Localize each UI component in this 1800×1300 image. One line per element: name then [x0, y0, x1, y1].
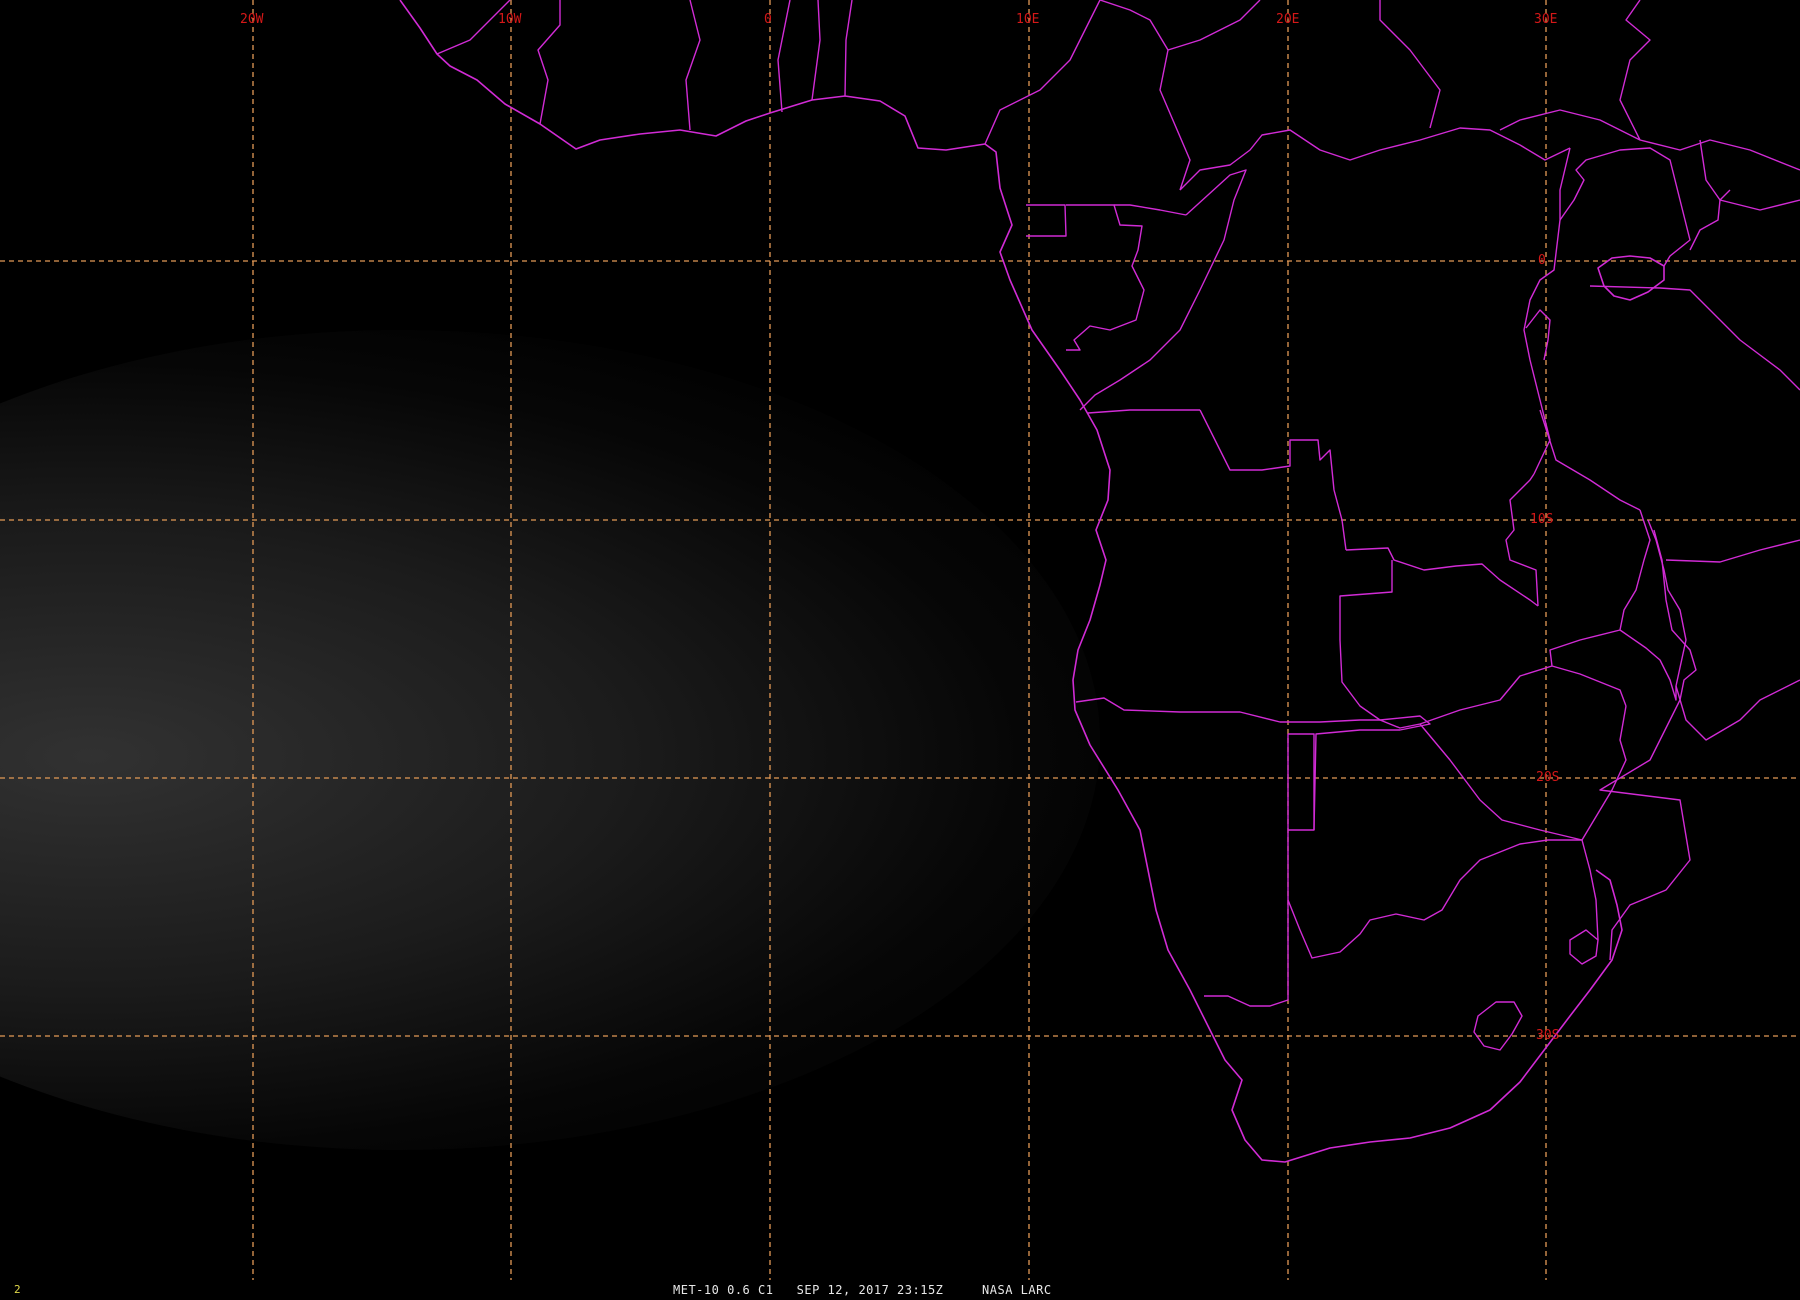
border-ethiopia-kenya	[1689, 139, 1721, 251]
satellite-name: MET-10	[673, 1283, 720, 1297]
border-nigeria-cameroon	[984, 0, 1101, 145]
border-zambia-mozambique	[1549, 629, 1627, 707]
border-west-africa-b	[537, 0, 561, 125]
border-west-africa-f	[844, 0, 853, 97]
status-bar: 2 MET-10 0.6 C1 SEP 12, 2017 23:15Z NASA…	[0, 1278, 1800, 1300]
longitude-label-30e: 30E	[1534, 12, 1557, 27]
border-drc-angola-north	[1087, 409, 1200, 414]
latitude-label-10s: 10S	[1530, 512, 1553, 527]
longitude-label-0: 0	[764, 12, 772, 27]
border-drc-east	[1523, 147, 1571, 475]
latitude-label-30s: 30S	[1536, 1028, 1559, 1043]
data-source: NASA LARC	[982, 1283, 1052, 1297]
border-tanzania-north	[1589, 285, 1800, 391]
border-ethiopia-north	[1619, 0, 1651, 141]
latitude-label-20s: 20S	[1536, 770, 1559, 785]
frame-number: 2	[14, 1283, 21, 1296]
channel-name: 0.6 C1	[727, 1283, 774, 1297]
longitude-label-10e: 10E	[1016, 12, 1039, 27]
border-tanzania-west	[1539, 409, 1641, 511]
border-south-africa-mozambique	[1581, 839, 1599, 941]
lake-victoria	[1597, 255, 1665, 301]
border-west-africa-e	[811, 0, 821, 101]
west-africa-coastline	[399, 0, 1623, 1163]
map-canvas: 20W 10W 0 10E 20E 30E 0 10S 20S 30S	[0, 0, 1800, 1280]
image-caption: MET-10 0.6 C1 SEP 12, 2017 23:15Z NASA L…	[673, 1283, 1052, 1297]
border-west-africa-c	[685, 0, 701, 131]
border-car-drc	[1179, 127, 1571, 191]
latitude-label-0: 0	[1538, 253, 1546, 268]
border-eq-guinea	[1026, 204, 1067, 237]
border-west-africa-a	[436, 0, 511, 55]
grid-labels: 20W 10W 0 10E 20E 30E 0 10S 20S 30S	[240, 12, 1559, 1043]
eswatini-border	[1569, 929, 1599, 965]
lesotho-border	[1473, 1001, 1523, 1051]
border-sudan-south-sudan	[1379, 0, 1441, 129]
border-mozambique-coast	[1675, 679, 1800, 741]
border-drc-zambia-pedicle	[1505, 473, 1539, 607]
border-congo-drc	[1079, 169, 1247, 411]
border-west-africa-d	[777, 0, 791, 113]
longitude-label-20w: 20W	[240, 12, 264, 27]
border-somalia	[1719, 189, 1800, 211]
border-zambia-zimbabwe	[1419, 665, 1553, 725]
lat-lon-grid	[0, 0, 1800, 1280]
border-angola-drc-east	[1199, 409, 1347, 551]
longitude-label-10w: 10W	[498, 12, 522, 27]
border-namibia-botswana	[1288, 733, 1315, 831]
border-lake-malawi	[1653, 529, 1697, 701]
border-gabon-congo	[1066, 204, 1145, 351]
border-namibia-south-africa	[1204, 734, 1289, 1007]
border-angola-zambia	[1339, 560, 1421, 729]
image-datetime: SEP 12, 2017 23:15Z	[796, 1283, 944, 1297]
longitude-label-20e: 20E	[1276, 12, 1299, 27]
border-uganda	[1559, 147, 1691, 267]
border-angola-namibia	[1075, 697, 1380, 723]
border-south-sudan-ethiopia	[1499, 109, 1800, 171]
border-caprivi	[1313, 715, 1431, 831]
border-mozambique-south	[1599, 699, 1691, 961]
border-botswana-south-africa	[1287, 839, 1582, 959]
coastline-boundary	[399, 0, 1800, 1163]
border-zimbabwe-mozambique	[1581, 705, 1627, 841]
border-cameroon-chad	[1099, 0, 1191, 191]
border-car-north	[1167, 0, 1261, 51]
border-tanzania-south	[1665, 539, 1800, 563]
satellite-map-view: 20W 10W 0 10E 20E 30E 0 10S 20S 30S 2 ME…	[0, 0, 1800, 1300]
border-cameroon-congo	[1114, 204, 1187, 216]
border-malawi	[1619, 509, 1687, 701]
